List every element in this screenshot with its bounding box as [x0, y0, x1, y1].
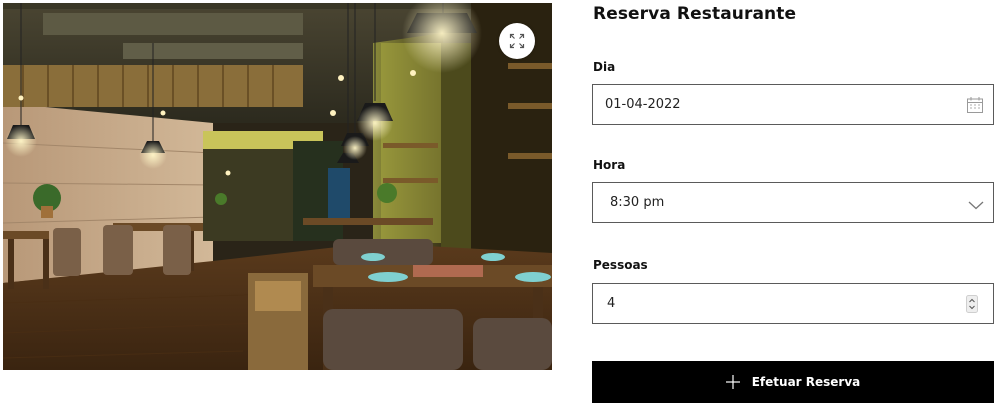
guests-field[interactable]: 4: [592, 283, 994, 324]
restaurant-photo: [3, 3, 552, 370]
spinner-icon[interactable]: [966, 295, 978, 317]
reservation-form: Reserva Restaurante Dia 01-04-2022 Hora …: [592, 0, 994, 409]
calendar-icon[interactable]: [966, 96, 984, 118]
date-label: Dia: [593, 60, 616, 74]
form-title: Reserva Restaurante: [593, 4, 797, 24]
date-value: 01-04-2022: [605, 97, 681, 112]
expand-image-button[interactable]: [499, 23, 535, 59]
time-select[interactable]: 8:30 pm: [592, 182, 994, 223]
restaurant-interior-illustration: [3, 3, 552, 370]
time-label: Hora: [593, 158, 626, 172]
plus-icon: [725, 375, 740, 389]
submit-label: Efetuar Reserva: [751, 375, 861, 389]
time-value: 8:30 pm: [610, 195, 665, 210]
chevron-down-icon: [967, 196, 985, 215]
submit-reservation-button[interactable]: Efetuar Reserva: [592, 361, 994, 403]
guests-label: Pessoas: [593, 258, 648, 272]
guests-value: 4: [607, 296, 616, 311]
date-field[interactable]: 01-04-2022: [592, 84, 994, 125]
expand-icon: [509, 33, 525, 49]
